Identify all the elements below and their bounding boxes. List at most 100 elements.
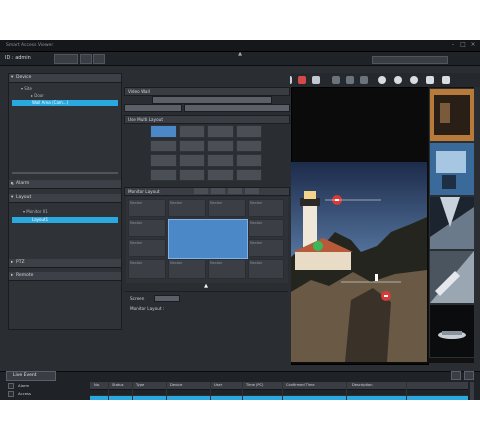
panel-option-button[interactable]	[451, 371, 461, 380]
monitor-tile[interactable]: Monitor	[248, 239, 284, 257]
screen-select[interactable]	[154, 295, 180, 302]
filter-alarm-checkbox[interactable]	[8, 383, 14, 389]
layout-cell[interactable]	[178, 125, 205, 138]
layout-cell[interactable]	[150, 139, 177, 152]
filter-access-checkbox[interactable]	[8, 391, 14, 397]
tree-item-layout1[interactable]: Layout1	[12, 217, 118, 223]
section-remote[interactable]: ▸ Remote	[9, 272, 121, 281]
playback-icon[interactable]	[312, 76, 320, 84]
video-wall-select[interactable]	[152, 96, 272, 104]
user-id-label: ID : admin	[5, 55, 31, 61]
top-collapse-handle[interactable]: ▲	[236, 52, 244, 57]
screen-label: Screen	[130, 296, 145, 301]
tree-item-door[interactable]: ▸ Door	[31, 93, 44, 99]
monitor-tile[interactable]: Monitor	[128, 199, 166, 217]
app-window: Smart Access Viewer - □ × ID : admin ▲ ▾…	[0, 40, 480, 400]
fullscreen-icon[interactable]	[426, 76, 434, 84]
window-controls: - □ ×	[450, 42, 476, 48]
camera-image	[291, 162, 427, 362]
layout-cell[interactable]	[178, 139, 205, 152]
section-device[interactable]: ▾ Device	[9, 74, 121, 83]
collapse-icon: ▾	[11, 75, 14, 80]
monitor-tile[interactable]: Monitor	[128, 239, 166, 257]
thumbnail-3[interactable]	[429, 196, 475, 250]
video-wall-title: Video Wall	[124, 87, 290, 96]
monitor-tile[interactable]: Monitor	[168, 199, 206, 217]
monitor-tile[interactable]: Monitor	[248, 219, 284, 237]
panel-splitter[interactable]	[12, 172, 118, 174]
layout-cell[interactable]	[207, 125, 234, 138]
left-collapse-handle[interactable]: ◂	[10, 180, 14, 188]
layout-cell[interactable]	[235, 168, 262, 181]
selected-monitor-block[interactable]	[168, 219, 248, 259]
camera-feed[interactable]	[291, 162, 427, 362]
thumbnail-5[interactable]	[429, 304, 475, 358]
panel-close-button[interactable]	[464, 371, 474, 380]
layout-cell[interactable]	[207, 168, 234, 181]
minimize-button[interactable]: -	[450, 42, 456, 48]
zoom-out-icon[interactable]	[394, 76, 402, 84]
tool-button[interactable]	[211, 188, 225, 194]
thumbnail-4[interactable]	[429, 250, 475, 304]
wall-combo-2[interactable]	[184, 104, 290, 112]
layout-cell[interactable]	[150, 125, 177, 138]
tree-item-selected[interactable]: Wall Area (Cam...)	[12, 100, 118, 106]
tree-item-site[interactable]: ▾ Site	[21, 86, 32, 92]
col-confirmed-time[interactable]: Confirmed Time	[286, 383, 315, 387]
monitor-tile[interactable]: Monitor	[208, 259, 246, 279]
monitor-tile[interactable]: Monitor	[248, 199, 284, 217]
monitor-tile[interactable]: Monitor	[168, 259, 206, 279]
monitor-layout-canvas: Monitor Monitor Monitor Monitor Monitor …	[126, 197, 288, 283]
layout-cell[interactable]	[207, 154, 234, 167]
table-row-selected[interactable]	[90, 396, 468, 400]
layout-splitter-handle[interactable]: ▲	[202, 284, 210, 289]
close-button[interactable]: ×	[470, 42, 476, 48]
fit-icon[interactable]	[410, 76, 418, 84]
section-alarm[interactable]: ▸ Alarm	[9, 180, 121, 189]
col-user[interactable]: User	[214, 383, 222, 387]
monitor-tile[interactable]: Monitor	[208, 199, 246, 217]
layout-cell[interactable]	[235, 125, 262, 138]
layout-cell[interactable]	[178, 154, 205, 167]
toolbar-button-1[interactable]	[80, 54, 92, 64]
layout-cell[interactable]	[150, 168, 177, 181]
monitor-tile[interactable]: Monitor	[128, 259, 166, 279]
section-layout[interactable]: ▾ Layout	[9, 194, 121, 203]
column-divider	[210, 382, 211, 400]
toolbar-button-2[interactable]	[93, 54, 105, 64]
thumbnail-1[interactable]	[429, 88, 475, 142]
col-device[interactable]: Device	[170, 383, 182, 387]
thumbnail-2[interactable]	[429, 142, 475, 196]
collapse-icon: ▾	[11, 195, 14, 200]
layout-cell[interactable]	[207, 139, 234, 152]
layout-cell[interactable]	[235, 154, 262, 167]
tool-button[interactable]	[245, 188, 259, 194]
monitor-tile[interactable]: Monitor	[248, 259, 284, 279]
layout-cell[interactable]	[235, 139, 262, 152]
column-divider	[346, 382, 347, 400]
section-ptz[interactable]: ▸ PTZ	[9, 259, 121, 268]
view-select[interactable]	[372, 56, 448, 64]
col-time[interactable]: Time (PC)	[246, 383, 263, 387]
toolbar-combo[interactable]	[54, 54, 78, 64]
forward-icon[interactable]	[346, 76, 354, 84]
layout-cell[interactable]	[150, 154, 177, 167]
col-status[interactable]: Status	[112, 383, 123, 387]
monitor-tile[interactable]: Monitor	[128, 219, 166, 237]
table-scrollbar[interactable]	[470, 382, 474, 400]
layout-cell[interactable]	[178, 168, 205, 181]
back-icon[interactable]	[332, 76, 340, 84]
tool-button[interactable]	[228, 188, 242, 194]
pin-icon[interactable]	[442, 76, 450, 84]
pause-icon[interactable]	[360, 76, 368, 84]
tab-live-event[interactable]: Live Event	[6, 371, 56, 381]
alarm-icon[interactable]	[298, 76, 306, 84]
maximize-button[interactable]: □	[460, 42, 466, 48]
zoom-in-icon[interactable]	[378, 76, 386, 84]
tool-button[interactable]	[194, 188, 208, 194]
col-type[interactable]: Type	[136, 383, 144, 387]
tree-item-monitor[interactable]: ▾ Monitor 01	[23, 209, 48, 215]
wall-combo-1[interactable]	[124, 104, 182, 112]
col-description[interactable]: Description	[352, 383, 372, 387]
col-no[interactable]: No.	[94, 383, 100, 387]
